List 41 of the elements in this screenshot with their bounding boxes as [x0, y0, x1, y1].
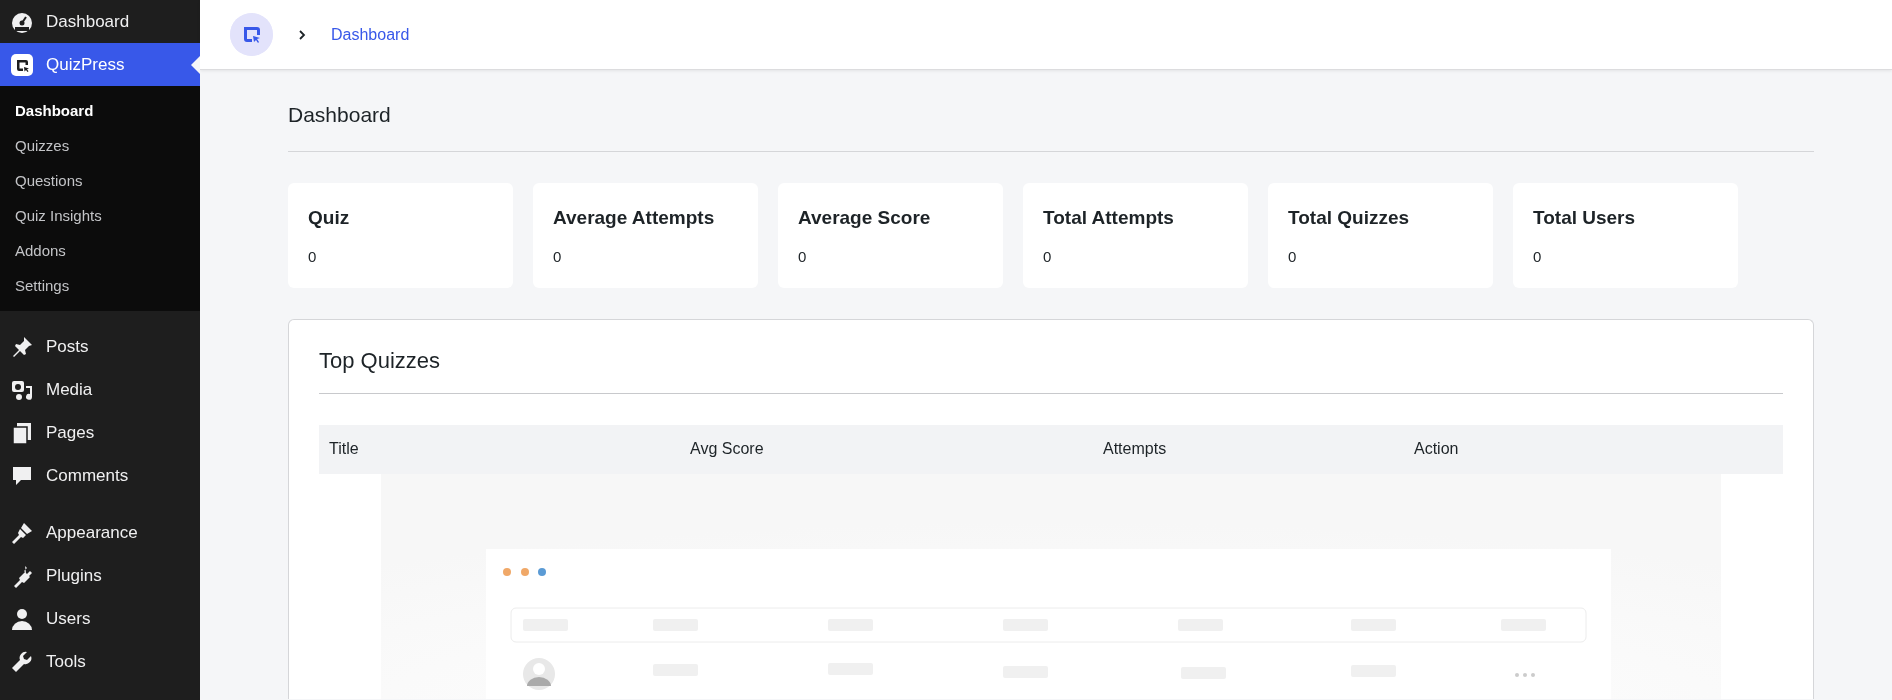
stat-title: Average Attempts: [553, 207, 716, 230]
sidebar-item[interactable]: Comments: [0, 454, 200, 497]
sidebar-item[interactable]: Tools: [0, 640, 200, 683]
stat-value: 0: [1043, 247, 1053, 267]
stat-title: Total Attempts: [1043, 207, 1175, 230]
user-icon: [10, 606, 34, 631]
sidebar-item[interactable]: Plugins: [0, 554, 200, 597]
column-header: Action: [1414, 440, 1459, 458]
stat-value: 0: [798, 247, 808, 267]
sidebar-item[interactable]: Media: [0, 368, 200, 411]
sidebar-item[interactable]: Users: [0, 597, 200, 640]
stat-title: Total Users: [1533, 207, 1637, 230]
submenu-item[interactable]: Settings: [0, 268, 85, 303]
wrench-icon: [10, 649, 34, 674]
sidebar-item[interactable]: Posts: [0, 325, 200, 368]
stat-title: Average Score: [798, 207, 932, 230]
chevron-right-icon: [297, 27, 307, 42]
paintbrush-icon: [10, 520, 34, 545]
sidebar-item[interactable]: Appearance: [0, 511, 200, 554]
sidebar-item[interactable]: Pages: [0, 411, 200, 454]
breadcrumb-link[interactable]: Dashboard: [331, 22, 410, 47]
stat-title: Quiz: [308, 207, 351, 230]
column-header: Title: [329, 440, 359, 458]
submenu-item[interactable]: Dashboard: [0, 93, 109, 128]
stat-value: 0: [1288, 247, 1298, 267]
page-title: Dashboard: [288, 102, 1814, 153]
pages-icon: [10, 420, 34, 445]
stat-value: 0: [308, 247, 318, 267]
submenu-item[interactable]: Addons: [0, 233, 81, 268]
stat-value: 0: [553, 247, 563, 267]
column-header: Avg Score: [690, 440, 764, 458]
stat-title: Total Quizzes: [1288, 207, 1411, 230]
sidebar-item[interactable]: QuizPress: [0, 43, 200, 86]
panel-title: Top Quizzes: [319, 348, 1783, 394]
stat-value: 0: [1533, 247, 1543, 267]
submenu-item[interactable]: Quiz Insights: [0, 198, 117, 233]
quizpress-logo-icon: [10, 52, 34, 77]
column-header: Attempts: [1103, 440, 1167, 458]
submenu-item[interactable]: Questions: [0, 163, 98, 198]
submenu-item[interactable]: Quizzes: [0, 128, 85, 163]
sidebar-item[interactable]: Dashboard: [0, 0, 200, 43]
